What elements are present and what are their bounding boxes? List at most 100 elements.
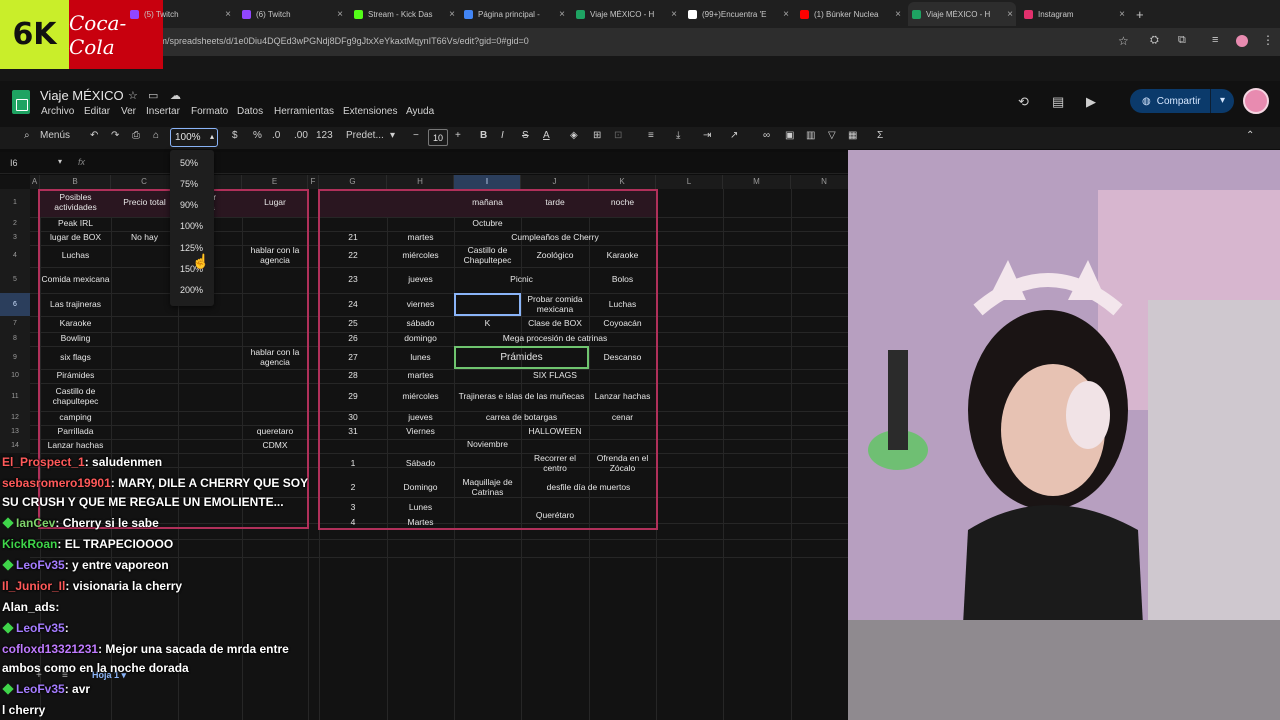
- print-icon[interactable]: ⎙: [132, 130, 140, 141]
- zoom-option[interactable]: 100%: [180, 221, 203, 231]
- share-button[interactable]: ◍ Compartir ▾: [1130, 89, 1234, 113]
- browser-tab[interactable]: Página principal - ×: [460, 2, 568, 26]
- row-header[interactable]: 14: [0, 439, 30, 453]
- folder-icon[interactable]: ▭: [148, 89, 158, 102]
- star-icon[interactable]: ☆: [128, 89, 138, 102]
- menu-item[interactable]: Herramientas: [274, 106, 334, 117]
- more-icon[interactable]: ⋮: [1262, 33, 1274, 47]
- column-header[interactable]: M: [723, 175, 791, 189]
- close-icon[interactable]: ×: [1119, 9, 1125, 20]
- sheets-logo-icon[interactable]: [12, 90, 30, 114]
- link-icon[interactable]: ∞: [763, 130, 770, 141]
- column-header[interactable]: F: [308, 175, 319, 189]
- menu-item[interactable]: Extensiones: [343, 106, 397, 117]
- cloud-icon[interactable]: ☁: [170, 89, 181, 102]
- column-header[interactable]: A: [30, 175, 40, 189]
- close-icon[interactable]: ×: [783, 9, 789, 20]
- zoom-option[interactable]: 75%: [180, 179, 198, 189]
- italic-icon[interactable]: I: [501, 130, 504, 141]
- account-avatar[interactable]: [1243, 88, 1269, 114]
- zoom-option[interactable]: 50%: [180, 158, 198, 168]
- zoom-option[interactable]: 90%: [180, 200, 198, 210]
- browser-tab[interactable]: Viaje MÉXICO - H ×: [908, 2, 1016, 26]
- font-family-select[interactable]: Predet...: [346, 130, 384, 141]
- text-color-icon[interactable]: A: [543, 130, 550, 141]
- column-header[interactable]: G: [319, 175, 387, 189]
- row-header[interactable]: 6: [0, 293, 30, 316]
- filter-views-icon[interactable]: ▦: [848, 130, 857, 141]
- valign-icon[interactable]: ⤓: [676, 130, 680, 141]
- puzzle-icon[interactable]: ⧉: [1178, 34, 1186, 47]
- close-icon[interactable]: ×: [671, 9, 677, 20]
- row-header[interactable]: 7: [0, 316, 30, 332]
- row-header[interactable]: 12: [0, 411, 30, 425]
- row-header[interactable]: 8: [0, 332, 30, 346]
- number-format-icon[interactable]: 123: [316, 130, 333, 141]
- queue-icon[interactable]: ≡: [1212, 34, 1218, 46]
- column-header[interactable]: K: [589, 175, 656, 189]
- menu-item[interactable]: Editar: [84, 106, 110, 117]
- menu-item[interactable]: Datos: [237, 106, 263, 117]
- redo-icon[interactable]: ↷: [111, 130, 119, 141]
- wrap-icon[interactable]: ⇥: [703, 130, 711, 141]
- collapse-icon[interactable]: ⌃: [1246, 130, 1254, 141]
- currency-icon[interactable]: $: [232, 130, 238, 141]
- column-header[interactable]: C: [111, 175, 178, 189]
- close-icon[interactable]: ×: [225, 9, 231, 20]
- decrease-decimal-icon[interactable]: .0: [272, 130, 280, 141]
- row-header[interactable]: 2: [0, 217, 30, 231]
- search-menus[interactable]: Menús: [40, 130, 70, 141]
- row-header[interactable]: 11: [0, 383, 30, 411]
- percent-icon[interactable]: %: [253, 130, 262, 141]
- filter-icon[interactable]: ▽: [828, 130, 836, 141]
- column-header[interactable]: J: [521, 175, 589, 189]
- spreadsheet-grid[interactable]: ABCDEFGHIJKLMN1234567891011121314Posible…: [0, 175, 848, 720]
- browser-tab[interactable]: (6) Twitch ×: [238, 2, 346, 26]
- history-icon[interactable]: ⟲: [1018, 94, 1029, 110]
- row-header[interactable]: 1: [0, 189, 30, 217]
- font-size-input[interactable]: 10: [428, 129, 448, 146]
- row-header[interactable]: 9: [0, 346, 30, 369]
- profile-avatar[interactable]: [1236, 35, 1248, 47]
- document-title[interactable]: Viaje MÉXICO: [40, 88, 124, 103]
- zoom-option[interactable]: 200%: [180, 285, 203, 295]
- menu-item[interactable]: Ver: [121, 106, 136, 117]
- borders-icon[interactable]: ⊞: [593, 130, 601, 141]
- align-icon[interactable]: ≡: [648, 130, 654, 141]
- zoom-select[interactable]: 100% ▴: [170, 128, 218, 147]
- extension-icon[interactable]: ⛭: [1150, 34, 1159, 47]
- rotate-icon[interactable]: ↗: [730, 130, 738, 141]
- row-header[interactable]: 3: [0, 231, 30, 245]
- decrease-font-icon[interactable]: −: [413, 130, 419, 141]
- close-icon[interactable]: ×: [337, 9, 343, 20]
- chevron-down-icon[interactable]: ▾: [58, 157, 62, 166]
- browser-tab[interactable]: (1) Búnker Nuclea ×: [796, 2, 904, 26]
- menu-item[interactable]: Insertar: [146, 106, 180, 117]
- bold-icon[interactable]: B: [480, 130, 487, 141]
- undo-icon[interactable]: ↶: [90, 130, 98, 141]
- comment-add-icon[interactable]: ▣: [785, 130, 794, 141]
- row-header[interactable]: 13: [0, 425, 30, 439]
- strikethrough-icon[interactable]: S: [522, 130, 529, 141]
- row-header[interactable]: 5: [0, 267, 30, 293]
- increase-font-icon[interactable]: +: [455, 130, 461, 141]
- column-header[interactable]: B: [40, 175, 111, 189]
- menu-item[interactable]: Ayuda: [406, 106, 434, 117]
- fill-color-icon[interactable]: ◈: [570, 130, 578, 141]
- column-header[interactable]: E: [242, 175, 308, 189]
- close-icon[interactable]: ×: [1007, 9, 1013, 20]
- name-box[interactable]: I6: [10, 158, 18, 168]
- close-icon[interactable]: ×: [895, 9, 901, 20]
- chevron-down-icon[interactable]: ▾: [1210, 89, 1234, 113]
- chevron-down-icon[interactable]: ▾: [390, 130, 395, 141]
- browser-tab[interactable]: (99+)Encuentra 'E ×: [684, 2, 792, 26]
- menu-item[interactable]: Archivo: [41, 106, 74, 117]
- browser-tab[interactable]: (5) Twitch ×: [126, 2, 234, 26]
- new-tab-button[interactable]: +: [1136, 2, 1152, 26]
- zoom-option[interactable]: 125%: [180, 243, 203, 253]
- column-header[interactable]: L: [656, 175, 723, 189]
- close-icon[interactable]: ×: [449, 9, 455, 20]
- url-text[interactable]: com/spreadsheets/d/1e0Diu4DQEd3wPGNdj8DF…: [150, 36, 529, 46]
- star-icon[interactable]: ☆: [1118, 34, 1129, 48]
- row-header[interactable]: 10: [0, 369, 30, 383]
